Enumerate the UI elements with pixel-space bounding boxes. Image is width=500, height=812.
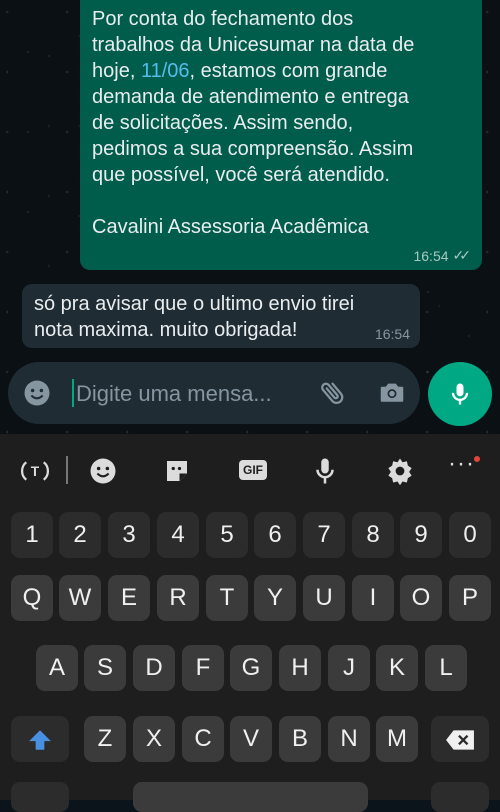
mic-icon[interactable] <box>310 456 340 486</box>
key-0[interactable]: 0 <box>449 512 491 558</box>
enter-key[interactable] <box>431 782 489 812</box>
key-9[interactable]: 9 <box>400 512 442 558</box>
settings-icon[interactable] <box>385 456 415 486</box>
key-p[interactable]: P <box>449 575 491 621</box>
symbols-key[interactable] <box>11 782 69 812</box>
key-k[interactable]: K <box>376 645 418 691</box>
text-cursor <box>72 379 74 407</box>
key-o[interactable]: O <box>400 575 442 621</box>
incoming-message[interactable]: só pra avisar que o ultimo envio tirei n… <box>22 284 420 348</box>
key-g[interactable]: G <box>230 645 272 691</box>
key-j[interactable]: J <box>328 645 370 691</box>
message-time: 16:54 <box>413 247 449 264</box>
backspace-key[interactable] <box>431 716 489 762</box>
toolbar-divider <box>66 456 68 484</box>
key-r[interactable]: R <box>157 575 199 621</box>
key-q[interactable]: Q <box>11 575 53 621</box>
key-t[interactable]: T <box>206 575 248 621</box>
key-6[interactable]: 6 <box>254 512 296 558</box>
key-3[interactable]: 3 <box>108 512 150 558</box>
key-7[interactable]: 7 <box>303 512 345 558</box>
sticker-icon[interactable] <box>162 456 192 486</box>
mic-icon <box>451 383 469 405</box>
key-n[interactable]: N <box>328 716 370 762</box>
more-icon[interactable]: ··· <box>448 450 480 478</box>
keyboard: T GIF ··· 1 2 3 4 5 6 7 8 9 0 Q W E R T … <box>0 434 500 812</box>
keyboard-toolbar: T GIF ··· <box>0 434 500 506</box>
key-4[interactable]: 4 <box>157 512 199 558</box>
key-x[interactable]: X <box>133 716 175 762</box>
key-8[interactable]: 8 <box>352 512 394 558</box>
key-i[interactable]: I <box>352 575 394 621</box>
date-link[interactable]: 11/06 <box>141 60 190 82</box>
message-input[interactable] <box>76 380 306 408</box>
key-s[interactable]: S <box>84 645 126 691</box>
key-d[interactable]: D <box>133 645 175 691</box>
key-2[interactable]: 2 <box>59 512 101 558</box>
key-f[interactable]: F <box>182 645 224 691</box>
key-l[interactable]: L <box>425 645 467 691</box>
space-key[interactable] <box>133 782 368 812</box>
outgoing-message[interactable]: Por conta do fechamento dos trabalhos da… <box>80 0 482 270</box>
key-e[interactable]: E <box>108 575 150 621</box>
key-m[interactable]: M <box>376 716 418 762</box>
key-w[interactable]: W <box>59 575 101 621</box>
chat-area: Por conta do fechamento dos trabalhos da… <box>0 0 500 434</box>
message-composer <box>8 362 420 424</box>
translate-icon[interactable]: T <box>20 456 50 486</box>
notification-dot <box>474 456 480 462</box>
key-u[interactable]: U <box>303 575 345 621</box>
attach-icon[interactable] <box>318 378 348 408</box>
shift-icon <box>29 729 51 750</box>
key-1[interactable]: 1 <box>11 512 53 558</box>
voice-message-button[interactable] <box>428 362 492 426</box>
key-a[interactable]: A <box>36 645 78 691</box>
key-z[interactable]: Z <box>84 716 126 762</box>
key-b[interactable]: B <box>279 716 321 762</box>
double-check-icon: ✓✓ <box>452 247 472 263</box>
camera-icon[interactable] <box>376 378 408 408</box>
message-meta: 16:54 ✓✓ <box>413 247 472 264</box>
key-v[interactable]: V <box>230 716 272 762</box>
incoming-message-text: só pra avisar que o ultimo envio tirei n… <box>34 293 355 341</box>
svg-text:T: T <box>31 464 40 479</box>
shift-key[interactable] <box>11 716 69 762</box>
key-y[interactable]: Y <box>254 575 296 621</box>
key-c[interactable]: C <box>182 716 224 762</box>
backspace-icon <box>446 730 474 750</box>
emoji-icon[interactable] <box>22 378 52 408</box>
key-5[interactable]: 5 <box>206 512 248 558</box>
emoji-icon[interactable] <box>88 456 118 486</box>
message-time: 16:54 <box>374 326 410 342</box>
outgoing-message-text: Por conta do fechamento dos trabalhos da… <box>92 8 415 238</box>
gif-icon[interactable]: GIF <box>239 460 267 480</box>
key-h[interactable]: H <box>279 645 321 691</box>
